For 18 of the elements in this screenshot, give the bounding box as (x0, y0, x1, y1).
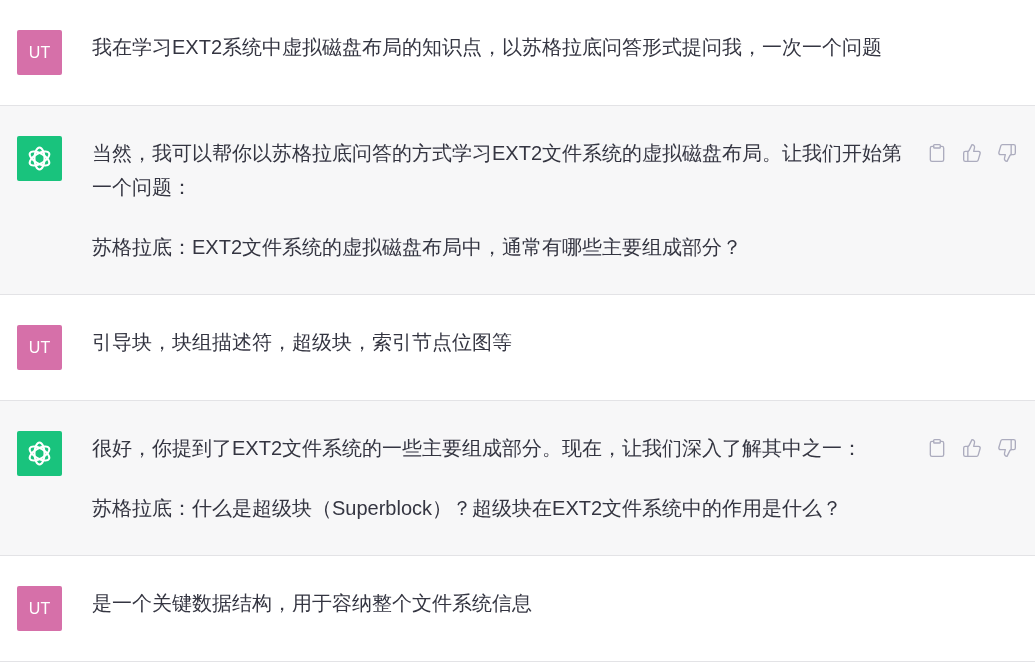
clipboard-icon[interactable] (927, 143, 947, 163)
message-text: 苏格拉底：EXT2文件系统的虚拟磁盘布局中，通常有哪些主要组成部分？ (92, 235, 744, 260)
atom-logo-icon (17, 431, 62, 476)
thumbs-up-icon[interactable] (962, 143, 982, 163)
message-text: 我在学习EXT2系统中虚拟磁盘布局的知识点，以苏格拉底问答形式提问我，一次一个问题 (92, 35, 884, 60)
message-text: 引导块，块组描述符，超级块，索引节点位图等 (92, 330, 513, 355)
user-avatar: UT (17, 325, 62, 370)
thumbs-down-icon[interactable] (997, 438, 1017, 458)
message-text: 很好，你提到了EXT2文件系统的一些主要组成部分。现在，让我们深入了解其中之一： (92, 436, 864, 461)
message-text: 苏格拉底：什么是超级块（Superblock）？超级块在EXT2文件系统中的作用是什么？ (92, 496, 844, 521)
user-avatar: UT (17, 586, 62, 631)
message-text: 是一个关键数据结构，用于容纳整个文件系统信息 (92, 591, 533, 616)
clipboard-icon[interactable] (927, 438, 947, 458)
thumbs-up-icon[interactable] (962, 438, 982, 458)
user-avatar: UT (17, 30, 62, 75)
thumbs-down-icon[interactable] (997, 143, 1017, 163)
message-text: 当然，我可以帮你以苏格拉底问答的方式学习EXT2文件系统的虚拟磁盘布局。让我们开始第一个问题： (92, 141, 904, 200)
atom-logo-icon (17, 136, 62, 181)
